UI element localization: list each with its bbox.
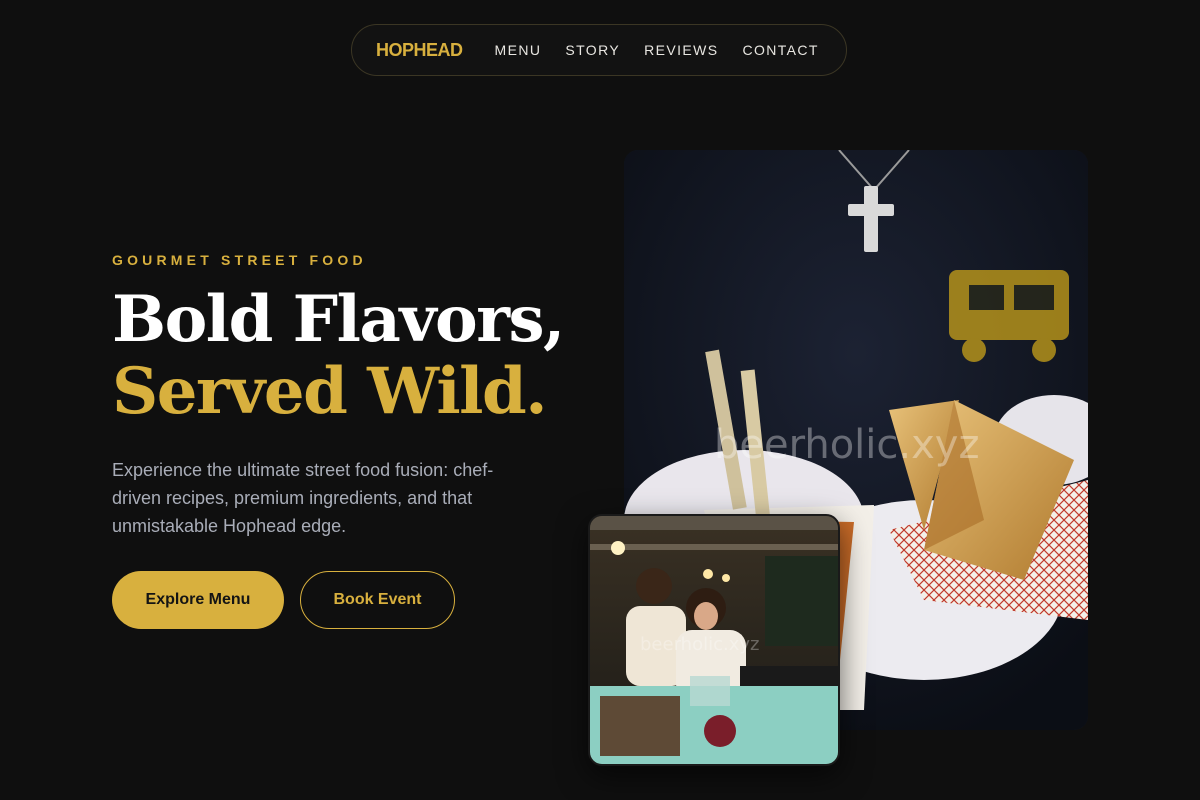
hero-photo-food-truck: beerholic.xyz (588, 514, 840, 766)
hero-eyebrow: GOURMET STREET FOOD (112, 252, 367, 268)
page: HOPHEAD MENU STORY REVIEWS CONTACT GOURM… (0, 0, 1200, 800)
nav-links: MENU STORY REVIEWS CONTACT (495, 42, 819, 58)
brand-logo[interactable]: HOPHEAD (376, 40, 463, 61)
photo-watermark: beerholic.xyz (714, 422, 980, 468)
top-nav: HOPHEAD MENU STORY REVIEWS CONTACT (351, 24, 847, 76)
headline-line-1: Bold Flavors, (112, 282, 565, 357)
nav-link-story[interactable]: STORY (565, 42, 620, 58)
explore-menu-button[interactable]: Explore Menu (112, 571, 284, 629)
nav-link-contact[interactable]: CONTACT (742, 42, 818, 58)
headline-line-2: Served Wild. (112, 354, 547, 429)
nav-link-menu[interactable]: MENU (495, 42, 542, 58)
book-event-button[interactable]: Book Event (300, 571, 455, 629)
hero-description: Experience the ultimate street food fusi… (112, 460, 494, 536)
small-photo-watermark: beerholic.xyz (640, 634, 760, 655)
nav-link-reviews[interactable]: REVIEWS (644, 42, 718, 58)
hero-headline: Bold Flavors, Served Wild. (112, 282, 565, 429)
